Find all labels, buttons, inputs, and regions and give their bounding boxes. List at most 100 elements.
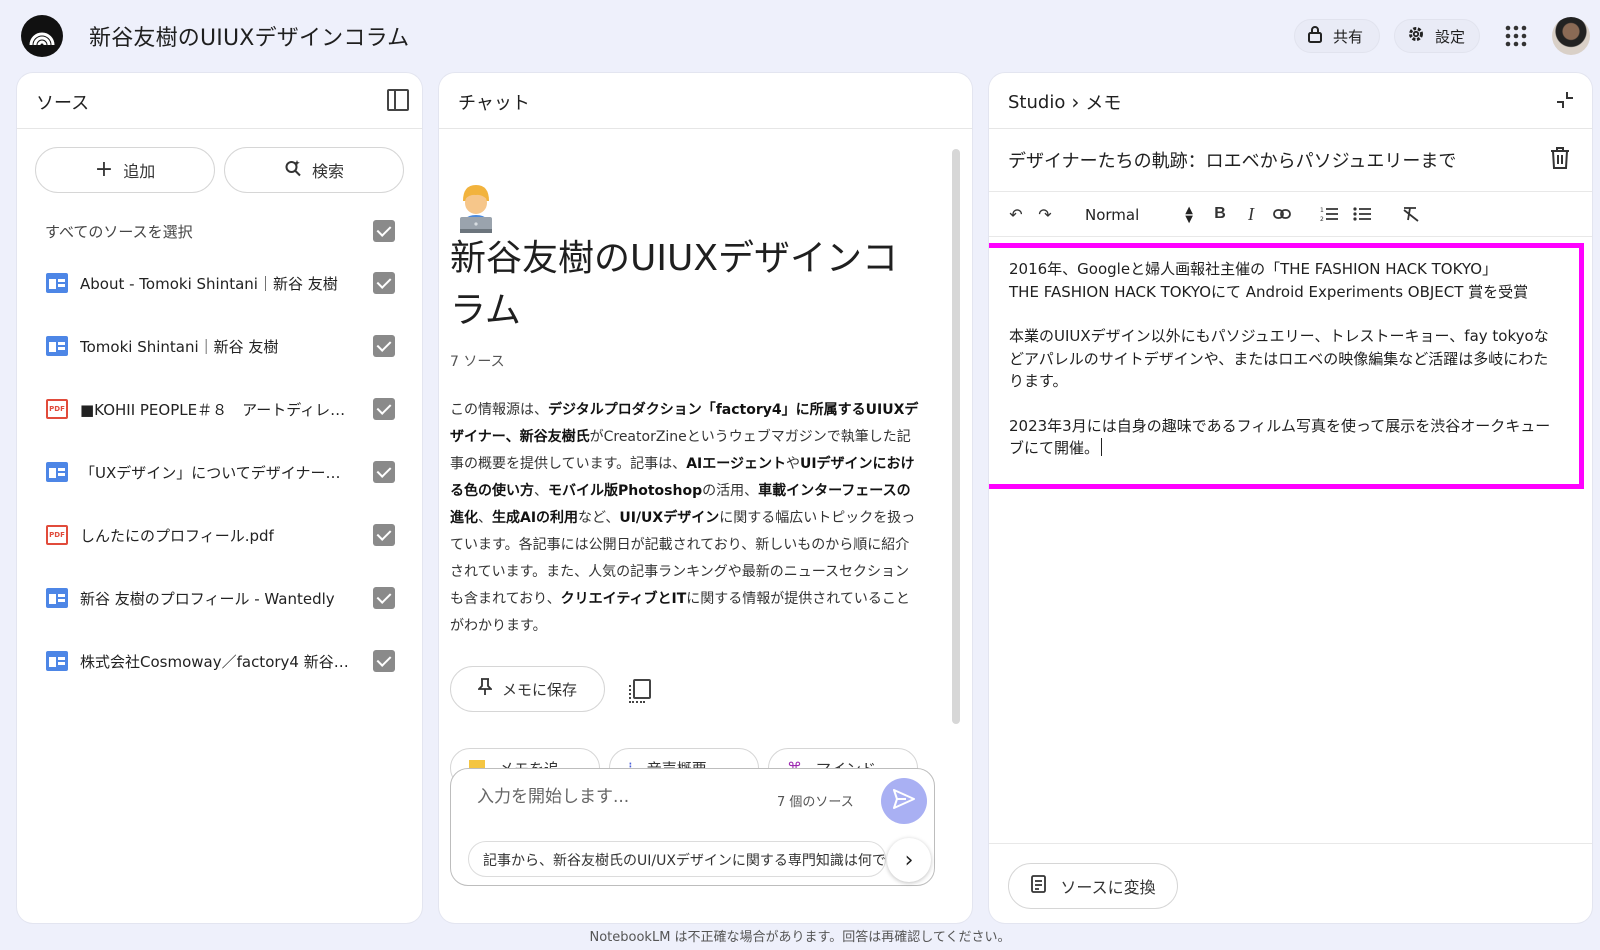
source-checkbox[interactable] (373, 335, 395, 357)
chat-input[interactable] (477, 787, 767, 807)
convert-label: ソースに変換 (1060, 878, 1156, 897)
source-label: しんたにのプロフィール.pdf (80, 527, 274, 545)
source-checkbox[interactable] (373, 650, 395, 672)
bold-icon[interactable]: B (1210, 204, 1230, 224)
summary-text: 、 (534, 483, 548, 499)
web-source-icon (46, 273, 68, 293)
suggested-question[interactable]: 記事から、新谷友樹氏のUI/UXデザインに関する専門知識は何ですか？ (468, 841, 886, 877)
chat-notebook-title: 新谷友樹のUIUXデザインコラム (450, 238, 898, 331)
web-source-icon (46, 462, 68, 482)
notebooklm-logo-icon[interactable] (21, 15, 63, 57)
lock-icon (1307, 25, 1323, 47)
plus-icon: + (94, 157, 114, 182)
source-checkbox[interactable] (373, 272, 395, 294)
pdf-source-icon: PDF (46, 525, 68, 545)
input-source-count: 7 個のソース (777, 795, 854, 810)
summary-bold-text: UI/UXデザイン (619, 510, 720, 526)
italic-icon[interactable]: I (1241, 204, 1261, 224)
bulleted-list-icon[interactable] (1352, 204, 1372, 224)
copy-icon[interactable] (629, 679, 651, 703)
chat-panel: チャット 新谷友樹のUIUXデザインコラム 7 ソース この情報源は、デジタルプ… (439, 73, 972, 923)
disclaimer: NotebookLM は不正確な場合があります。回答は再確認してください。 (589, 930, 1011, 945)
technologist-emoji-icon (451, 181, 501, 233)
send-button[interactable] (881, 778, 927, 824)
notebook-summary: この情報源は、デジタルプロダクション「factory4」に所属するUIUXデザイ… (450, 397, 920, 640)
note-paragraph: 本業のUIUXデザイン以外にもパソジュエリー、トレストーキョー、fay toky… (1009, 327, 1549, 390)
numbered-list-icon[interactable]: 12 (1319, 204, 1339, 224)
notebook-title[interactable]: 新谷友樹のUIUXデザインコラム (89, 20, 409, 52)
source-item[interactable]: About - Tomoki Shintani｜新谷 友樹 (17, 263, 422, 303)
summary-bold-text: 生成AIの利用 (492, 510, 579, 526)
editor-toolbar: ↶ ↷ Normal ▲ ▼ B I 12 (989, 191, 1592, 237)
source-checkbox[interactable] (373, 587, 395, 609)
settings-label: 設定 (1435, 27, 1466, 46)
app-header: 新谷友樹のUIUXデザインコラム 共有 設定 (0, 0, 1600, 72)
summary-bold-text: AIエージェント (686, 456, 786, 472)
note-paragraph-text: 2023年3月には自身の趣味であるフィルム写真を使って展示を渋谷オークキューブに… (1009, 416, 1551, 458)
chat-scrollbar[interactable] (952, 149, 960, 724)
user-avatar[interactable] (1552, 17, 1590, 55)
convert-icon (1030, 875, 1048, 897)
source-label: 株式会社Cosmoway／factory4 新谷友樹 (80, 653, 355, 671)
next-suggestion-button[interactable]: › (887, 838, 931, 882)
source-item[interactable]: 「UXデザイン」についてデザイナーが語る (17, 452, 422, 492)
chevron-right-icon: › (1071, 90, 1080, 114)
source-item[interactable]: 新谷 友樹のプロフィール - Wantedly (17, 578, 422, 618)
source-item[interactable]: Tomoki Shintani｜新谷 友樹 (17, 326, 422, 366)
summary-text: など、 (578, 510, 620, 526)
search-spark-icon (284, 159, 302, 181)
web-source-icon (46, 588, 68, 608)
note-paragraph-last: 2023年3月には自身の趣味であるフィルム写真を使って展示を渋谷オークキューブに… (1009, 415, 1559, 460)
redo-icon[interactable]: ↷ (1035, 204, 1055, 224)
gear-icon (1407, 25, 1425, 47)
web-source-icon (46, 336, 68, 356)
search-sources-button[interactable]: 検索 (224, 147, 404, 193)
source-item[interactable]: PDF ■KOHII PEOPLE＃８ アートディレクター (17, 389, 422, 429)
chevron-right-icon: › (904, 847, 914, 873)
note-paragraph: 2016年、Googleと婦人画報社主催の「THE FASHION HACK T… (1009, 260, 1529, 301)
source-checkbox[interactable] (373, 524, 395, 546)
svg-text:2: 2 (1320, 216, 1324, 222)
breadcrumb: Studio › メモ (1008, 89, 1121, 115)
clear-format-icon[interactable] (1401, 204, 1421, 224)
up-down-icon: ▲ ▼ (1185, 205, 1193, 225)
source-checkbox[interactable] (373, 398, 395, 420)
summary-text: 、 (478, 510, 492, 526)
summary-text: の活用、 (702, 483, 759, 499)
share-button[interactable]: 共有 (1294, 19, 1380, 53)
text-cursor (1101, 438, 1103, 456)
chat-input-box: 7 個のソース 記事から、新谷友樹氏のUI/UXデザインに関する専門知識は何です… (450, 768, 935, 886)
source-checkbox[interactable] (373, 461, 395, 483)
studio-footer-divider (989, 843, 1592, 844)
add-source-label: 追加 (123, 162, 156, 181)
breadcrumb-studio[interactable]: Studio (1008, 92, 1065, 113)
pin-icon (476, 678, 494, 700)
studio-panel-header: Studio › メモ (989, 73, 1592, 129)
source-count: 7 ソース (450, 354, 505, 370)
settings-button[interactable]: 設定 (1394, 19, 1480, 53)
trash-icon[interactable] (1550, 147, 1570, 169)
web-source-icon (46, 651, 68, 671)
chat-panel-header: チャット (439, 73, 972, 129)
collapse-icon[interactable] (1556, 91, 1574, 109)
note-editor[interactable]: 2016年、Googleと婦人画報社主催の「THE FASHION HACK T… (989, 243, 1584, 489)
note-title[interactable]: デザイナーたちの軌跡：ロエベからパソジュエリーまで (1008, 147, 1456, 173)
source-item[interactable]: PDF しんたにのプロフィール.pdf (17, 515, 422, 555)
link-icon[interactable] (1272, 204, 1292, 224)
studio-panel: Studio › メモ デザイナーたちの軌跡：ロエベからパソジュエリーまで ↶ … (989, 73, 1592, 923)
select-all-checkbox[interactable] (373, 220, 395, 242)
save-to-memo-button[interactable]: メモに保存 (450, 666, 605, 712)
source-item[interactable]: 株式会社Cosmoway／factory4 新谷友樹 (17, 641, 422, 681)
sidebar-toggle-icon[interactable] (387, 89, 409, 111)
add-source-button[interactable]: + 追加 (35, 147, 215, 193)
apps-grid-icon[interactable] (1505, 25, 1527, 47)
sources-panel: ソース + 追加 検索 すべてのソースを選択 About - Tomoki Sh… (17, 73, 422, 923)
pdf-source-icon: PDF (46, 399, 68, 419)
summary-bold-text: モバイル版Photoshop (548, 483, 703, 499)
text-style-select[interactable]: Normal ▲ ▼ (1085, 201, 1193, 229)
undo-icon[interactable]: ↶ (1006, 204, 1026, 224)
share-label: 共有 (1333, 27, 1364, 46)
chat-panel-title: チャット (458, 93, 530, 114)
source-label: 「UXデザイン」についてデザイナーが語る (80, 464, 355, 482)
convert-to-source-button[interactable]: ソースに変換 (1008, 863, 1178, 909)
